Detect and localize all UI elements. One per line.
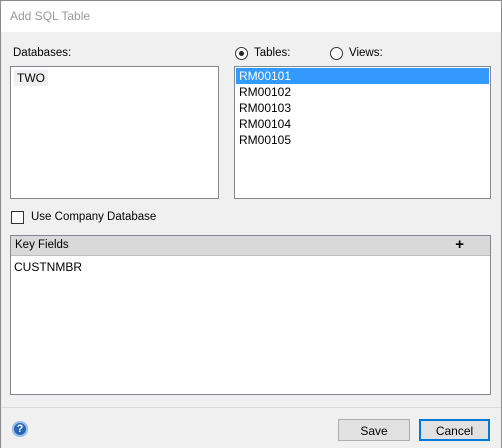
dialog-footer: ? Save Cancel (1, 407, 501, 448)
use-company-database-checkbox[interactable] (11, 211, 24, 224)
table-item-rm00104[interactable]: RM00104 (236, 116, 489, 132)
plus-icon[interactable]: + (455, 237, 464, 253)
radio-selected-dot (239, 51, 244, 56)
add-sql-table-dialog: Add SQL Table Databases: TWO Tables: Vie… (0, 0, 502, 448)
title-bar: Add SQL Table (1, 1, 501, 32)
databases-label: Databases: (13, 47, 72, 59)
table-item-rm00102[interactable]: RM00102 (236, 84, 489, 100)
key-field-item[interactable]: CUSTNMBR (14, 260, 82, 274)
views-radio-label[interactable]: Views: (349, 47, 383, 59)
views-radio[interactable] (330, 47, 343, 60)
window-title: Add SQL Table (10, 9, 91, 23)
tables-list[interactable]: RM00101 RM00102 RM00103 RM00104 RM00105 (234, 66, 491, 199)
use-company-database-label[interactable]: Use Company Database (31, 211, 156, 223)
save-button[interactable]: Save (338, 419, 410, 441)
help-circle-icon[interactable]: ? (12, 421, 28, 437)
key-fields-header: Key Fields + (11, 236, 490, 256)
databases-list[interactable]: TWO (10, 66, 219, 199)
table-item-rm00103[interactable]: RM00103 (236, 100, 489, 116)
cancel-button[interactable]: Cancel (419, 419, 490, 441)
key-fields-title: Key Fields (15, 239, 69, 251)
tables-radio-label[interactable]: Tables: (254, 47, 290, 59)
table-item-rm00101[interactable]: RM00101 (236, 68, 489, 84)
database-item-two[interactable]: TWO (14, 70, 48, 86)
key-fields-panel: Key Fields + CUSTNMBR (10, 235, 491, 395)
tables-radio[interactable] (235, 47, 248, 60)
table-item-rm00105[interactable]: RM00105 (236, 132, 489, 148)
tables-list-items: RM00101 RM00102 RM00103 RM00104 RM00105 (236, 68, 489, 148)
